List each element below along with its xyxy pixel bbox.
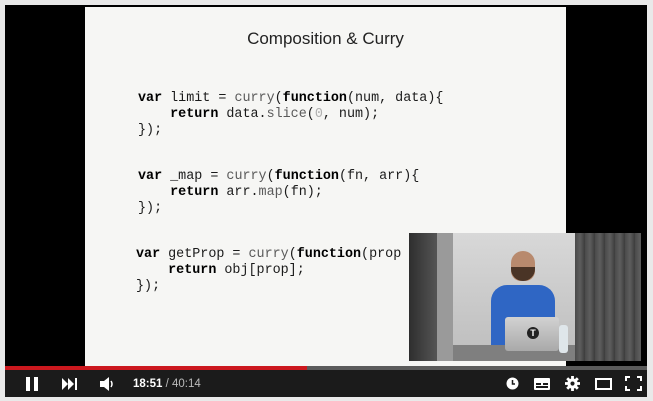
control-bar: 18:51 / 40:14 (5, 370, 647, 397)
code-keyword: function (282, 91, 347, 106)
code-text: getProp = (160, 247, 249, 262)
gear-icon (564, 376, 580, 391)
code-function: map (258, 185, 283, 200)
time-separator: / (162, 377, 173, 390)
code-text: (fn, arr){ (338, 169, 420, 184)
code-text: }); (138, 201, 163, 216)
volume-button[interactable] (96, 370, 120, 397)
code-text: data. (218, 107, 267, 122)
code-text: limit = (162, 91, 235, 106)
captions-button[interactable] (532, 370, 552, 397)
background-pillar (437, 233, 453, 361)
next-icon (62, 377, 77, 390)
slide-title: Composition & Curry (247, 29, 404, 48)
code-block-getprop: var getProp = curry(function(prop return… (136, 247, 401, 295)
theater-icon (594, 377, 612, 390)
code-text: ( (306, 107, 315, 122)
code-function: curry (226, 169, 267, 184)
code-keyword: return (138, 107, 219, 122)
watch-later-button[interactable] (503, 370, 521, 397)
pause-button[interactable] (21, 370, 43, 397)
volume-icon (100, 376, 113, 391)
video-frame[interactable]: Composition & Curry var limit = curry(fu… (5, 5, 647, 368)
code-keyword: function (274, 169, 339, 184)
code-text: (prop (361, 247, 402, 262)
water-bottle (559, 325, 568, 353)
code-block-limit: var limit = curry(function(num, data){ r… (138, 91, 443, 139)
background-curtain (575, 233, 641, 361)
fullscreen-icon (624, 376, 642, 391)
code-text: obj[prop]; (216, 263, 305, 278)
code-text: (fn); (282, 185, 323, 200)
code-text: , num); (322, 107, 380, 122)
code-text: }); (136, 279, 161, 294)
laptop: T (505, 317, 559, 351)
code-keyword: var (138, 169, 163, 184)
code-text: ( (274, 91, 283, 106)
laptop-logo-icon: T (527, 327, 539, 339)
code-text: _map = (162, 169, 227, 184)
speaker-video-inset: T (409, 233, 641, 361)
code-text: (num, data){ (346, 91, 444, 106)
code-function: slice (266, 107, 307, 122)
code-block-map: var _map = curry(function(fn, arr){ retu… (138, 169, 419, 217)
code-keyword: var (136, 247, 161, 262)
pause-icon (26, 376, 38, 391)
code-keyword: return (136, 263, 217, 278)
code-function: curry (248, 247, 289, 262)
time-display: 18:51 / 40:14 (133, 370, 201, 397)
code-function: curry (234, 91, 275, 106)
code-text: ( (288, 247, 297, 262)
code-number: 0 (314, 107, 323, 122)
duration: 40:14 (172, 377, 201, 390)
theater-mode-button[interactable] (592, 370, 614, 397)
code-text: ( (266, 169, 275, 184)
background-wall (409, 233, 437, 361)
next-button[interactable] (59, 370, 81, 397)
clock-icon (506, 377, 518, 390)
code-keyword: var (138, 91, 163, 106)
captions-icon (534, 377, 550, 390)
fullscreen-button[interactable] (622, 370, 644, 397)
settings-button[interactable] (562, 370, 582, 397)
code-text: }); (138, 123, 163, 138)
current-time: 18:51 (133, 377, 163, 390)
code-keyword: return (138, 185, 219, 200)
video-player: Composition & Curry var limit = curry(fu… (0, 0, 653, 401)
code-text: arr. (218, 185, 259, 200)
code-keyword: function (296, 247, 362, 262)
